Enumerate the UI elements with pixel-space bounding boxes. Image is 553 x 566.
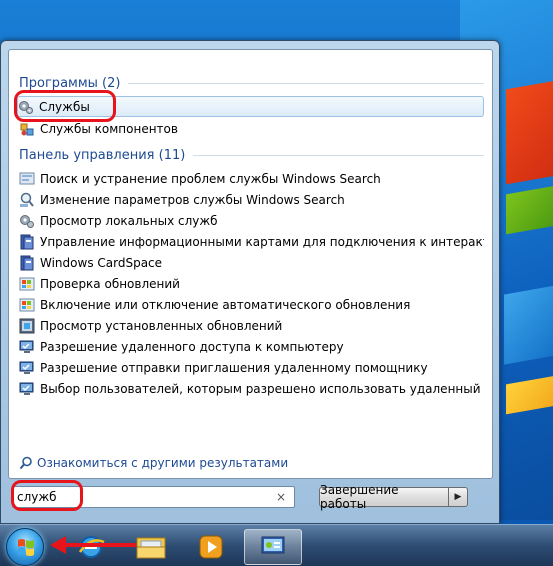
result-remote-assistance[interactable]: Разрешение отправки приглашения удаленно… [19, 357, 484, 378]
windows-update-icon [19, 276, 35, 292]
control-panel-icon [261, 536, 285, 557]
start-menu: Программы (2) Службы Службы компонентов … [0, 40, 500, 524]
taskbar-control-panel[interactable] [244, 529, 302, 565]
windows-logo-wallpaper [500, 40, 553, 480]
indexing-icon [19, 192, 35, 208]
windows-update-icon [19, 297, 35, 313]
start-button[interactable] [6, 528, 44, 566]
explorer-folder-icon [136, 537, 166, 559]
gears-icon [19, 213, 35, 229]
shutdown-options-button[interactable]: ▶ [448, 487, 468, 507]
result-check-updates[interactable]: Проверка обновлений [19, 273, 484, 294]
shutdown-button[interactable]: Завершение работы [319, 483, 449, 511]
programs-group-header[interactable]: Программы (2) [19, 74, 484, 92]
result-toggle-auto-update[interactable]: Включение или отключение автоматического… [19, 294, 484, 315]
remote-assistance-icon [19, 360, 35, 376]
search-icon [19, 456, 33, 470]
cardspace-icon [19, 255, 35, 271]
result-component-services[interactable]: Службы компонентов [19, 118, 484, 139]
troubleshoot-icon [19, 171, 35, 187]
result-view-local-services[interactable]: Просмотр локальных служб [19, 210, 484, 231]
remote-access-icon [19, 339, 35, 355]
installed-updates-icon [19, 318, 35, 334]
taskbar-media-player[interactable] [182, 529, 240, 565]
result-manage-info-cards[interactable]: Управление информационными картами для п… [19, 231, 484, 252]
clear-search-icon[interactable]: × [276, 490, 286, 504]
result-select-remote-users[interactable]: Выбор пользователей, которым разрешено и… [19, 378, 484, 399]
search-input[interactable]: служб × [12, 486, 295, 508]
see-more-results-link[interactable]: Ознакомиться с другими результатами [19, 454, 288, 472]
remote-users-icon [19, 381, 35, 397]
result-allow-remote-access[interactable]: Разрешение удаленного доступа к компьюте… [19, 336, 484, 357]
result-windows-cardspace[interactable]: Windows CardSpace [19, 252, 484, 273]
search-results-pane: Программы (2) Службы Службы компонентов … [8, 49, 493, 479]
red-arrow-annotation [50, 536, 136, 554]
control-panel-group-header[interactable]: Панель управления (11) [19, 146, 484, 164]
chevron-right-icon: ▶ [454, 492, 462, 502]
result-services[interactable]: Службы [17, 96, 484, 117]
result-change-search-settings[interactable]: Изменение параметров службы Windows Sear… [19, 189, 484, 210]
component-services-icon [19, 121, 35, 137]
result-view-installed-updates[interactable]: Просмотр установленных обновлений [19, 315, 484, 336]
cardspace-icon [19, 234, 35, 250]
gears-icon [18, 99, 34, 115]
windows-logo-icon [18, 539, 34, 556]
result-troubleshoot-search[interactable]: Поиск и устранение проблем службы Window… [19, 168, 484, 189]
media-player-icon [199, 535, 223, 559]
